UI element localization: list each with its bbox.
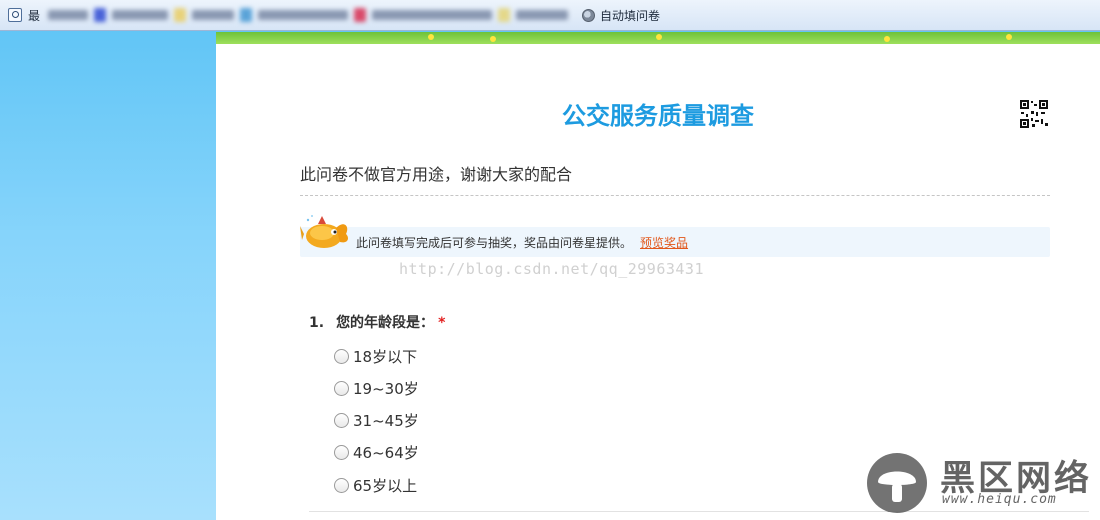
question-text: 您的年龄段是： xyxy=(336,315,435,331)
option-label: 31~45岁 xyxy=(353,412,419,430)
option-46-64[interactable]: 46~64岁 xyxy=(334,442,419,463)
qr-code-icon[interactable] xyxy=(1019,99,1049,129)
option-under-18[interactable]: 18岁以下 xyxy=(334,346,417,367)
divider xyxy=(300,195,1050,196)
search-icon[interactable] xyxy=(8,8,22,22)
flower-decoration xyxy=(428,34,434,40)
blog-url-watermark: http://blog.csdn.net/qq_29963431 xyxy=(399,260,704,278)
survey-description: 此问卷不做官方用途，谢谢大家的配合 xyxy=(300,165,573,184)
prize-text: 此问卷填写完成后可参与抽奖，奖品由问卷星提供。 xyxy=(356,235,633,250)
flower-decoration xyxy=(1006,34,1012,40)
flower-decoration xyxy=(490,36,496,42)
radio-button[interactable] xyxy=(334,349,349,364)
flower-decoration xyxy=(884,36,890,42)
option-31-45[interactable]: 31~45岁 xyxy=(334,410,419,431)
favorites-item-auto-fill[interactable]: 自动填问卷 xyxy=(582,0,660,31)
radio-button[interactable] xyxy=(334,478,349,493)
flower-decoration xyxy=(656,34,662,40)
question-1: 1. 您的年龄段是： * xyxy=(309,312,445,332)
header-grass-decoration xyxy=(216,32,1100,44)
favorites-bar: 最 自动填问卷 xyxy=(0,0,1100,31)
option-65-plus[interactable]: 65岁以上 xyxy=(334,475,417,496)
radio-button[interactable] xyxy=(334,445,349,460)
auto-fill-label: 自动填问卷 xyxy=(600,8,661,23)
survey-title: 公交服务质量调查 xyxy=(562,102,754,130)
goldfish-mascot-icon xyxy=(300,215,348,248)
globe-icon xyxy=(582,8,596,22)
required-marker: * xyxy=(438,315,446,331)
option-label: 65岁以上 xyxy=(353,477,418,495)
survey-panel: 公交服务质量调查 此问卷不做官方用途，谢谢大家的配合 此问卷填写完成后可参与抽奖… xyxy=(216,44,1100,520)
option-19-30[interactable]: 19~30岁 xyxy=(334,378,419,399)
site-watermark-url: www.heiqu.com xyxy=(942,492,1057,507)
option-label: 46~64岁 xyxy=(353,444,419,462)
option-label: 19~30岁 xyxy=(353,380,419,398)
radio-button[interactable] xyxy=(334,381,349,396)
question-number: 1. xyxy=(309,315,325,331)
mushroom-logo-icon xyxy=(867,453,927,513)
blurred-favorites xyxy=(48,8,569,22)
preview-prize-link[interactable]: 预览奖品 xyxy=(640,234,688,251)
favorites-item-label: 最 xyxy=(28,8,41,23)
radio-button[interactable] xyxy=(334,413,349,428)
option-label: 18岁以下 xyxy=(353,348,418,366)
favorites-item-truncated[interactable]: 最 xyxy=(28,0,40,31)
prize-notice: 此问卷填写完成后可参与抽奖，奖品由问卷星提供。 预览奖品 xyxy=(300,227,1050,257)
question-separator xyxy=(309,511,1089,512)
